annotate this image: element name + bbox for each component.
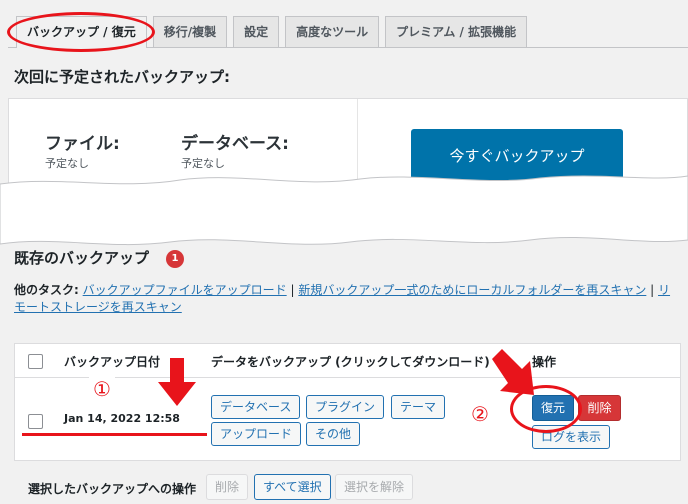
tab-backup-restore[interactable]: バックアップ / 復元 xyxy=(16,16,147,48)
view-log-button[interactable]: ログを表示 xyxy=(532,425,610,449)
other-tasks: 他のタスク: バックアップファイルをアップロード | 新規バックアップ一式のため… xyxy=(14,282,679,316)
bulk-actions-label: 選択したバックアップへの操作 xyxy=(28,482,197,496)
annotation-arrow-1-icon xyxy=(158,358,196,406)
annotation-arrow-2-icon xyxy=(492,349,534,395)
separator: | xyxy=(286,283,299,297)
tab-settings[interactable]: 設定 xyxy=(233,16,280,48)
deselect-button[interactable]: 選択を解除 xyxy=(335,474,414,500)
download-plugins-button[interactable]: プラグイン xyxy=(306,395,385,419)
annotation-step-2: ② xyxy=(467,402,493,426)
separator: | xyxy=(646,283,659,297)
tab-migrate-clone[interactable]: 移行/複製 xyxy=(152,16,228,48)
nav-tabs: バックアップ / 復元 移行/複製 設定 高度なツール プレミアム / 拡張機能 xyxy=(16,16,528,48)
files-value: 予定なし xyxy=(45,157,89,170)
col-date-header: バックアップ日付 xyxy=(64,355,161,369)
tab-premium-extensions[interactable]: プレミアム / 拡張機能 xyxy=(385,16,528,48)
table-header: バックアップ日付 データをバックアップ (クリックしてダウンロード) 操作 xyxy=(15,344,680,378)
rescan-local-link[interactable]: 新規バックアップ一式のためにローカルフォルダーを再スキャン xyxy=(298,283,646,297)
download-others-button[interactable]: その他 xyxy=(306,422,361,446)
upload-backup-link[interactable]: バックアップファイルをアップロード xyxy=(83,283,287,297)
download-database-button[interactable]: データベース xyxy=(211,395,301,419)
existing-backups-heading: 既存のバックアップ xyxy=(14,249,150,267)
backup-count-badge: 1 xyxy=(166,250,184,268)
select-all-button[interactable]: すべて選択 xyxy=(254,474,331,500)
select-all-checkbox[interactable] xyxy=(28,354,43,369)
download-uploads-button[interactable]: アップロード xyxy=(211,422,302,446)
database-label: データベース: xyxy=(181,134,289,154)
annotation-underline xyxy=(22,433,207,436)
scheduled-heading: 次回に予定されたバックアップ: xyxy=(14,68,231,86)
other-tasks-label: 他のタスク: xyxy=(14,283,79,297)
backups-table: バックアップ日付 データをバックアップ (クリックしてダウンロード) 操作 Ja… xyxy=(14,343,681,461)
backup-date: Jan 14, 2022 12:58 xyxy=(64,412,180,425)
delete-button[interactable]: 削除 xyxy=(578,395,621,421)
bulk-delete-button[interactable]: 削除 xyxy=(206,474,249,500)
annotation-step-1: ① xyxy=(89,377,115,401)
row-checkbox[interactable] xyxy=(28,414,43,429)
database-value: 予定なし xyxy=(181,157,225,170)
download-themes-button[interactable]: テーマ xyxy=(391,395,446,419)
col-data-header: データをバックアップ (クリックしてダウンロード) xyxy=(211,355,490,369)
tab-advanced-tools[interactable]: 高度なツール xyxy=(285,16,380,48)
torn-edge-separator xyxy=(0,175,688,246)
files-label: ファイル: xyxy=(45,134,120,154)
